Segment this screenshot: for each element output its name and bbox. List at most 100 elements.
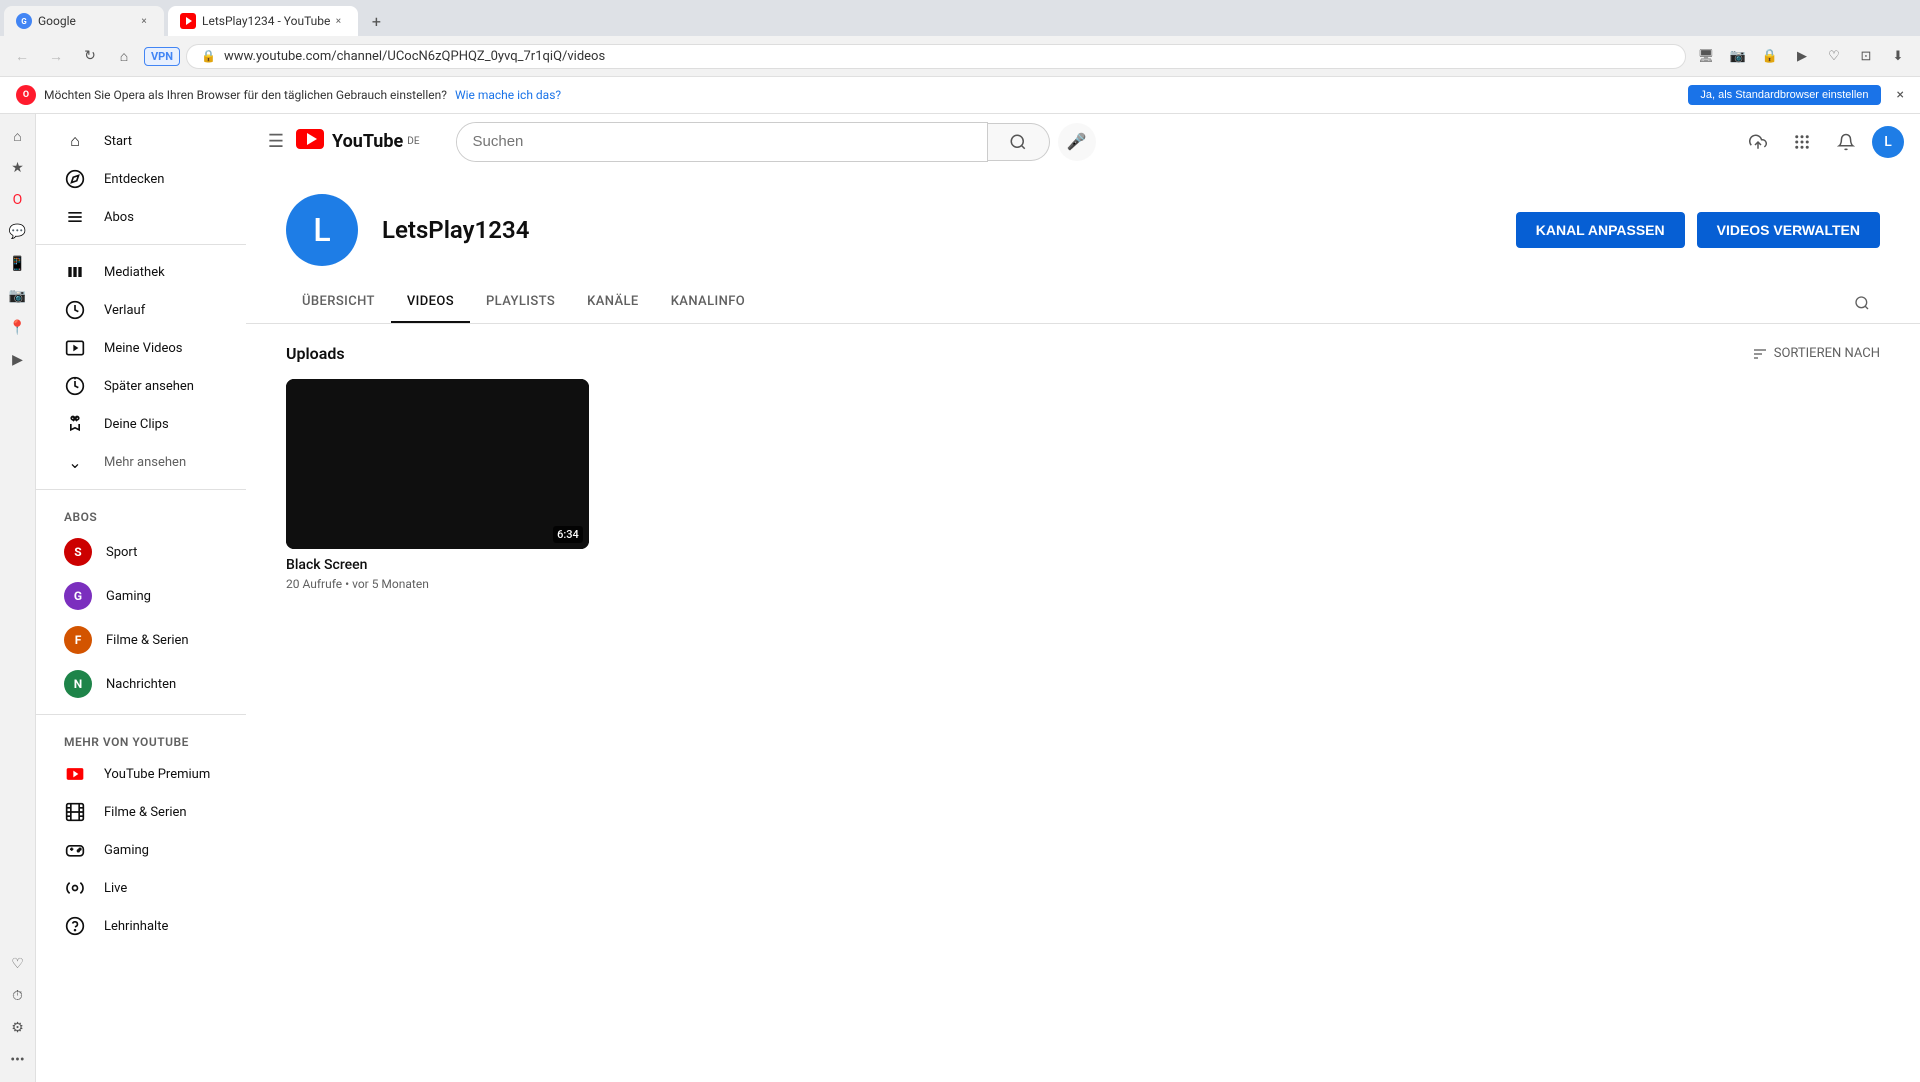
youtube-tab-icon	[180, 13, 196, 29]
rail-home-icon[interactable]: ⌂	[4, 122, 32, 150]
home-icon: ⌂	[64, 130, 86, 152]
tab-kanalinfo[interactable]: KANALINFO	[655, 282, 761, 323]
rail-heart-icon[interactable]: ♡	[4, 950, 32, 978]
youtube-tab[interactable]: LetsPlay1234 - YouTube ×	[168, 6, 358, 36]
live-icon	[64, 877, 86, 899]
rail-location-icon[interactable]: 📍	[4, 314, 32, 342]
tab-videos[interactable]: VIDEOS	[391, 282, 470, 323]
reload-button[interactable]: ↻	[76, 42, 104, 70]
extension-btn-3[interactable]: 🔒	[1756, 42, 1784, 70]
opera-prompt-link[interactable]: Wie mache ich das?	[455, 88, 561, 102]
channel-search-button[interactable]	[1844, 285, 1880, 321]
sidebar-youtube-premium-label: YouTube Premium	[104, 767, 210, 782]
new-tab-button[interactable]: +	[362, 7, 390, 35]
upload-button[interactable]	[1740, 124, 1776, 160]
forward-button[interactable]: →	[42, 42, 70, 70]
watch-later-icon	[64, 375, 86, 397]
sidebar-item-nachrichten[interactable]: N Nachrichten	[44, 662, 238, 706]
rail-clock-icon[interactable]: ⏱	[4, 982, 32, 1010]
history-btn[interactable]: ⊡	[1852, 42, 1880, 70]
lock-icon: 🔒	[201, 49, 216, 63]
sidebar-item-lehrinhalte[interactable]: Lehrinhalte	[44, 907, 238, 945]
sidebar-item-mehr-ansehen[interactable]: ⌄ Mehr ansehen	[44, 443, 238, 481]
yt-header: ☰ YouTubeDE 🎤	[246, 114, 1920, 170]
play-btn[interactable]: ▶	[1788, 42, 1816, 70]
video-thumbnail[interactable]: 6:34	[286, 379, 589, 549]
sidebar-item-gaming-2[interactable]: Gaming	[44, 831, 238, 869]
opera-icon: O	[16, 85, 36, 105]
sidebar-filme-serien-2-label: Filme & Serien	[104, 805, 187, 820]
rail-instagram-icon[interactable]: 📷	[4, 282, 32, 310]
sidebar-start-label: Start	[104, 134, 132, 149]
search-button[interactable]	[988, 123, 1050, 161]
sidebar-item-abos[interactable]: Abos	[44, 198, 238, 236]
yt-search-box	[456, 122, 988, 162]
filme-icon	[64, 801, 86, 823]
download-btn[interactable]: ⬇	[1884, 42, 1912, 70]
video-card-black-screen[interactable]: 6:34 Black Screen 20 Aufrufe • vor 5 Mon…	[286, 379, 589, 599]
search-input[interactable]	[457, 123, 987, 161]
google-tab-close[interactable]: ×	[136, 13, 152, 29]
sidebar-item-meine-videos[interactable]: Meine Videos	[44, 329, 238, 367]
sidebar-spaeter-label: Später ansehen	[104, 379, 194, 394]
apps-button[interactable]	[1784, 124, 1820, 160]
opera-yes-button[interactable]: Ja, als Standardbrowser einstellen	[1688, 85, 1880, 105]
heart-btn[interactable]: ♡	[1820, 42, 1848, 70]
extension-btn-1[interactable]: 🖥	[1692, 42, 1720, 70]
mic-button[interactable]: 🎤	[1058, 123, 1096, 161]
video-thumb-inner	[286, 379, 589, 549]
tab-kanale[interactable]: KANÄLE	[571, 282, 655, 323]
sidebar-item-deine-clips[interactable]: Deine Clips	[44, 405, 238, 443]
opera-rail: ⌂ ★ O 💬 📱 📷 📍 ▶ ♡ ⏱ ⚙ •••	[0, 114, 36, 1082]
sidebar-item-youtube-premium[interactable]: YouTube Premium	[44, 755, 238, 793]
notifications-button[interactable]	[1828, 124, 1864, 160]
yt-logo[interactable]: YouTubeDE	[296, 129, 420, 155]
sidebar-item-verlauf[interactable]: Verlauf	[44, 291, 238, 329]
rail-messenger-icon[interactable]: 💬	[4, 218, 32, 246]
sidebar-item-mediathek[interactable]: Mediathek	[44, 253, 238, 291]
tab-ubersicht[interactable]: ÜBERSICHT	[286, 282, 391, 323]
yt-main-content: L LetsPlay1234 KANAL ANPASSEN VIDEOS VER…	[246, 170, 1920, 1082]
rail-more-icon[interactable]: •••	[4, 1046, 32, 1074]
rail-whatsapp-icon[interactable]: 📱	[4, 250, 32, 278]
videos-section: Uploads SORTIEREN NACH 6:34	[246, 324, 1920, 619]
app-layout: ⌂ ★ O 💬 📱 📷 📍 ▶ ♡ ⏱ ⚙ ••• ⌂ Start En	[0, 114, 1920, 1082]
rail-settings-icon[interactable]: ⚙	[4, 1014, 32, 1042]
opera-prompt-close[interactable]: ×	[1897, 87, 1904, 103]
rail-play-icon[interactable]: ▶	[4, 346, 32, 374]
vpn-badge[interactable]: VPN	[144, 47, 180, 66]
sidebar-item-filme-serien-2[interactable]: Filme & Serien	[44, 793, 238, 831]
home-button[interactable]: ⌂	[110, 42, 138, 70]
sidebar-filme-serien-label: Filme & Serien	[106, 633, 189, 648]
hamburger-menu[interactable]: ☰	[262, 128, 290, 156]
sidebar-item-spaeter-ansehen[interactable]: Später ansehen	[44, 367, 238, 405]
sort-button[interactable]: SORTIEREN NACH	[1752, 346, 1880, 362]
channel-actions: KANAL ANPASSEN VIDEOS VERWALTEN	[1516, 212, 1880, 248]
sidebar-verlauf-label: Verlauf	[104, 303, 145, 318]
sidebar-nachrichten-label: Nachrichten	[106, 677, 176, 692]
clips-icon	[64, 413, 86, 435]
compass-icon	[64, 168, 86, 190]
rail-bookmarks-icon[interactable]: ★	[4, 154, 32, 182]
sidebar-item-filme-serien[interactable]: F Filme & Serien	[44, 618, 238, 662]
sidebar-item-gaming[interactable]: G Gaming	[44, 574, 238, 618]
video-meta: 20 Aufrufe • vor 5 Monaten	[286, 577, 589, 591]
back-button[interactable]: ←	[8, 42, 36, 70]
address-bar[interactable]: 🔒 www.youtube.com/channel/UCocN6zQPHQZ_0…	[186, 44, 1686, 69]
channel-avatar: L	[286, 194, 358, 266]
sidebar-item-entdecken[interactable]: Entdecken	[44, 160, 238, 198]
youtube-tab-close[interactable]: ×	[330, 13, 346, 29]
manage-videos-button[interactable]: VIDEOS VERWALTEN	[1697, 212, 1880, 248]
google-tab[interactable]: G Google ×	[4, 6, 164, 36]
rail-opera-icon[interactable]: O	[4, 186, 32, 214]
gaming-avatar: G	[64, 582, 92, 610]
sidebar-item-start[interactable]: ⌂ Start	[44, 122, 238, 160]
user-avatar[interactable]: L	[1872, 126, 1904, 158]
tab-playlists[interactable]: PLAYLISTS	[470, 282, 571, 323]
sidebar-item-sport[interactable]: S Sport	[44, 530, 238, 574]
customize-channel-button[interactable]: KANAL ANPASSEN	[1516, 212, 1685, 248]
extension-btn-2[interactable]: 📷	[1724, 42, 1752, 70]
sidebar-mediathek-label: Mediathek	[104, 265, 165, 280]
sidebar-mehr-label: Mehr ansehen	[104, 455, 186, 470]
sidebar-item-live[interactable]: Live	[44, 869, 238, 907]
